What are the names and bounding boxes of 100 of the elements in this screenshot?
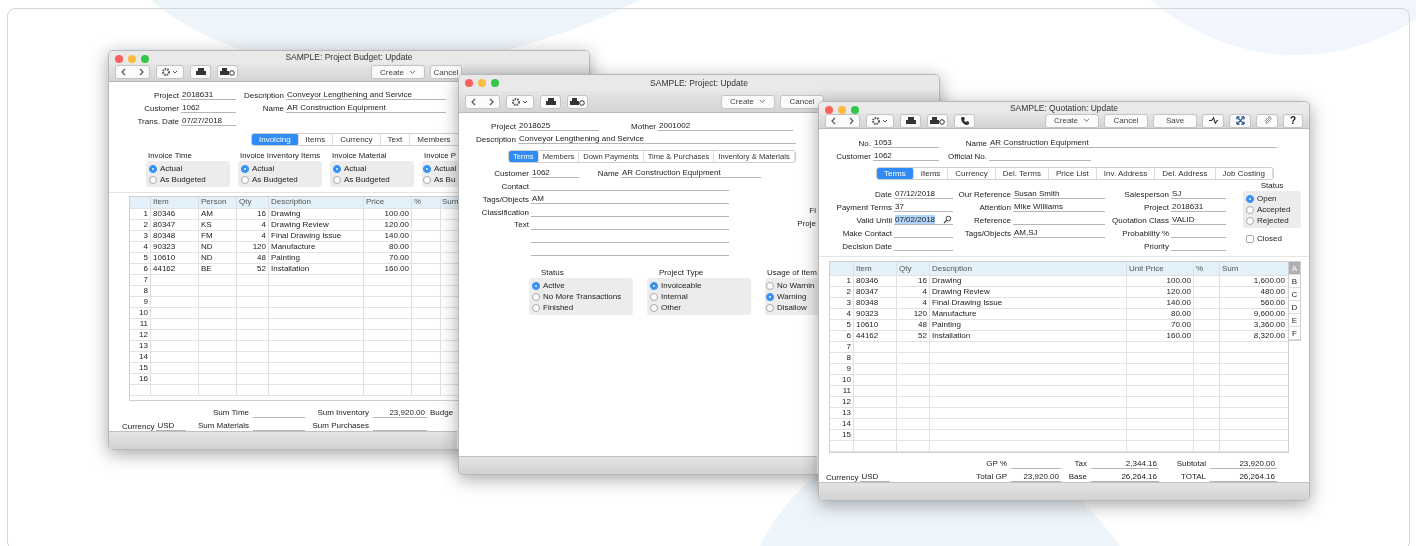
radio-button[interactable] <box>241 175 249 184</box>
help-button[interactable]: ? <box>1283 113 1303 128</box>
row-number: 15 <box>830 430 854 440</box>
navigation-buttons[interactable] <box>825 113 860 128</box>
attachment-button[interactable] <box>1256 113 1278 128</box>
radio-button[interactable] <box>149 175 157 184</box>
radio-button[interactable] <box>650 292 658 301</box>
input-field[interactable]: Conveyor Lengthening and Service <box>286 90 446 100</box>
table-cell-text: 8,320.00 <box>1252 331 1286 341</box>
radio-button[interactable] <box>532 303 540 312</box>
window-title: SAMPLE: Quotation: Update <box>1009 102 1119 113</box>
input-field[interactable]: 2,344.16 <box>1091 459 1159 469</box>
row-number: 3 <box>130 231 151 241</box>
settings-button[interactable] <box>506 94 534 109</box>
field-label: Tags/Objects <box>481 195 530 204</box>
radio-button[interactable] <box>1246 205 1254 214</box>
input-field[interactable]: VALID <box>1171 215 1226 225</box>
print-button[interactable] <box>540 94 561 109</box>
table-cell: 120.00 <box>1127 287 1194 297</box>
close-button[interactable] <box>115 55 123 63</box>
activity-button[interactable] <box>1202 113 1224 128</box>
table-cell: 120 <box>897 309 930 319</box>
table-cell: Drawing Review <box>269 220 364 230</box>
minimize-button[interactable] <box>128 55 136 63</box>
table-cell-text: 9,600.00 <box>1252 309 1286 319</box>
navigation-buttons[interactable] <box>465 94 500 109</box>
table-cell: 10610 <box>151 253 199 263</box>
zoom-button[interactable] <box>491 79 499 87</box>
radio-button[interactable] <box>532 281 540 290</box>
table-cell: AM <box>199 209 237 219</box>
radio-button[interactable] <box>650 281 658 290</box>
radio-button[interactable] <box>423 175 431 184</box>
input-field[interactable]: Mike Williams <box>1013 202 1105 212</box>
search-icon[interactable] <box>943 215 952 224</box>
cancel-button[interactable]: Cancel <box>780 94 824 109</box>
minimize-button[interactable] <box>838 106 846 114</box>
print-preview-button[interactable] <box>217 65 238 80</box>
input-field[interactable]: 23,920.00 <box>373 408 427 418</box>
expand-button[interactable] <box>1229 113 1251 128</box>
input-field[interactable]: 1062 <box>531 168 579 178</box>
radio-button[interactable] <box>333 164 341 173</box>
field-label: Sum Purchases <box>311 421 370 431</box>
input-field[interactable]: 23,920.00 <box>1210 459 1277 469</box>
table-cell: 16 <box>897 276 930 286</box>
input-field[interactable]: 2018625 <box>518 121 599 131</box>
radio-button[interactable] <box>1246 216 1254 225</box>
input-field[interactable]: 1053 <box>873 138 939 148</box>
field-label: Decision Date <box>841 242 893 251</box>
radio-label: Actual <box>160 164 183 173</box>
input-field[interactable]: AR Construction Equipment <box>989 138 1277 148</box>
radio-label: Finished <box>543 303 574 312</box>
input-field[interactable]: AM <box>531 194 729 204</box>
settings-icon <box>871 115 889 126</box>
input-field[interactable]: 2018631 <box>1171 202 1226 212</box>
input-field[interactable]: 1062 <box>873 151 939 161</box>
radio-button[interactable] <box>241 164 249 173</box>
table-cell: Manufacture <box>930 309 1127 319</box>
cancel-button[interactable]: Cancel <box>1104 113 1148 128</box>
radio-button[interactable] <box>766 303 774 312</box>
radio-button[interactable] <box>650 303 658 312</box>
input-field[interactable]: 1062 <box>181 103 236 113</box>
settings-button[interactable] <box>866 113 894 128</box>
radio-button[interactable] <box>149 164 157 173</box>
input-field[interactable]: Susan Smith <box>1013 189 1105 199</box>
zoom-button[interactable] <box>851 106 859 114</box>
create-button[interactable]: Create <box>721 94 775 109</box>
radio-button[interactable] <box>532 292 540 301</box>
save-button[interactable]: Save <box>1153 113 1197 128</box>
input-field[interactable]: AR Construction Equipment <box>621 168 761 178</box>
create-button[interactable]: Create <box>1045 113 1099 128</box>
cancel-button[interactable]: Cancel <box>430 65 462 80</box>
table-cell-text: 3,360.00 <box>1252 320 1286 330</box>
print-preview-button[interactable] <box>567 94 588 109</box>
radio-button[interactable] <box>423 164 431 173</box>
phone-button[interactable] <box>954 113 975 128</box>
input-field[interactable]: Conveyor Lengthening and Service <box>518 134 796 144</box>
radio-button[interactable] <box>333 175 341 184</box>
close-button[interactable] <box>465 79 473 87</box>
radio-button[interactable] <box>766 281 774 290</box>
input-field[interactable]: 2001002 <box>658 121 793 131</box>
input-field[interactable]: 07/12/2018 <box>894 189 953 199</box>
input-field[interactable]: 07/27/2018 <box>181 116 236 126</box>
settings-button[interactable] <box>156 65 184 80</box>
radio-button[interactable] <box>1246 194 1254 203</box>
input-field[interactable]: SJ <box>1171 189 1226 199</box>
input-field[interactable]: AR Construction Equipment <box>286 103 446 113</box>
navigation-buttons[interactable] <box>115 65 150 80</box>
input-field[interactable]: AM,SJ <box>1013 228 1105 238</box>
print-button[interactable] <box>190 65 211 80</box>
print-preview-button[interactable] <box>927 113 948 128</box>
zoom-button[interactable] <box>141 55 149 63</box>
create-button[interactable]: Create <box>371 65 425 80</box>
minimize-button[interactable] <box>478 79 486 87</box>
print-button[interactable] <box>900 113 921 128</box>
input-field[interactable]: 2018631 <box>181 90 236 100</box>
input-field[interactable]: 37 <box>894 202 953 212</box>
row-number: 8 <box>830 353 854 363</box>
checkbox[interactable] <box>1246 234 1254 243</box>
close-button[interactable] <box>825 106 833 114</box>
radio-button[interactable] <box>766 292 774 301</box>
